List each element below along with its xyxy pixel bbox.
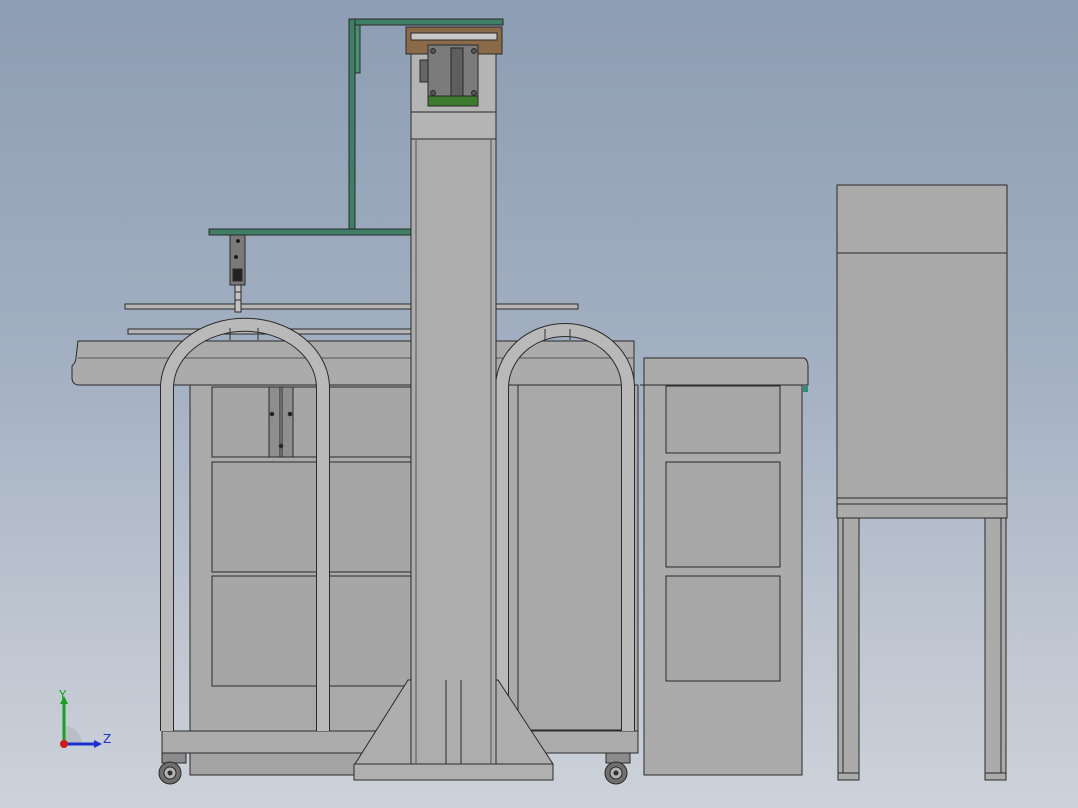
arm-top-bar [348,18,504,26]
top-rail-upper [124,303,579,310]
cabinet-window-mid [665,461,781,568]
motor-green-plate [427,95,479,107]
assembly-drawing[interactable] [0,0,1078,808]
left-frame[interactable] [71,303,639,776]
z-axis-label: Z [103,732,112,746]
caster-left [158,752,187,785]
cabinet-window-bottom [665,575,781,682]
arm-horizontal-bar [208,228,415,236]
left-frame-window-mid [211,461,413,573]
right-cabinet-leg-left [837,517,860,781]
middle-cabinet[interactable] [640,357,809,776]
base-skirt [189,752,375,776]
gripper-finger [234,284,242,313]
gripper[interactable] [229,234,246,313]
right-cabinet-leg-right [984,517,1007,781]
cad-viewport[interactable]: Y Z [0,0,1078,808]
left-frame-window-top [211,386,413,458]
column-foot [353,763,554,781]
motor-head[interactable] [405,26,503,113]
x-axis-dot [60,740,68,748]
cabinet-window-top [665,385,781,454]
y-axis-label: Y [59,688,67,702]
left-frame-window-bottom [211,575,413,687]
conveyor-tabletop [71,340,635,386]
right-cabinet-main-panel [836,252,1008,499]
column-shaft [410,111,497,765]
slide-rail-a [268,386,281,458]
right-cabinet-top-panel [836,184,1008,254]
caster-right [604,752,631,785]
slide-rail-b [281,386,294,458]
left-frame-right-window [517,384,624,731]
arm-vertical-bar [348,18,356,232]
right-cabinet-shelf [836,497,1008,519]
column-cap [410,111,497,140]
right-cabinet[interactable] [836,184,1008,781]
